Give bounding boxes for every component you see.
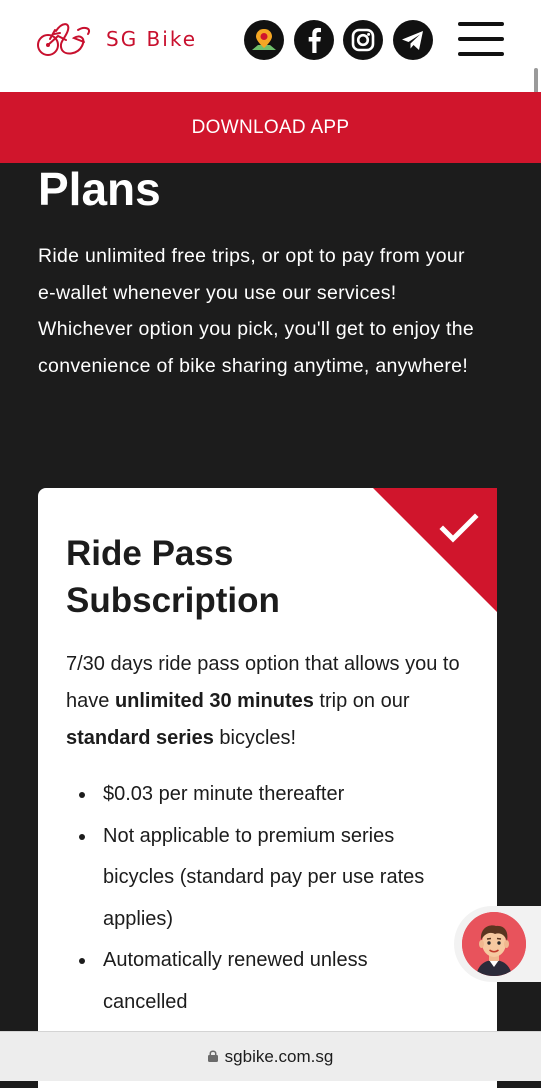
hamburger-menu-icon[interactable] — [458, 22, 504, 58]
lock-icon — [207, 1050, 218, 1062]
sg-bike-logo[interactable]: SG Bike — [36, 16, 197, 62]
browser-address-bar[interactable]: sgbike.com.sg — [0, 1031, 541, 1081]
brand-name: SG Bike — [106, 27, 198, 51]
card-title: Ride Pass Subscription — [66, 534, 280, 620]
map-pin-icon[interactable] — [244, 20, 284, 60]
instagram-icon[interactable] — [343, 20, 383, 60]
ride-pass-card[interactable]: Ride Pass Subscription 7/30 days ride pa… — [38, 488, 497, 1088]
selected-corner-badge — [373, 488, 497, 612]
list-item: $0.03 per minute thereafter — [66, 774, 446, 816]
url-text: sgbike.com.sg — [224, 1046, 334, 1066]
facebook-icon[interactable] — [294, 20, 334, 60]
list-item: Not applicable to premium series bicycle… — [66, 816, 446, 941]
support-avatar-icon — [462, 912, 526, 976]
chat-support-button[interactable] — [454, 906, 541, 982]
plans-description: Ride unlimited free trips, or opt to pay… — [38, 245, 475, 377]
checkmark-icon — [439, 513, 479, 543]
download-app-button[interactable]: DOWNLOAD APP — [0, 92, 541, 163]
telegram-icon[interactable] — [393, 20, 433, 60]
page-title: Plans — [38, 163, 161, 215]
list-item: Automatically renewed unless cancelled — [66, 940, 446, 1023]
feature-list: $0.03 per minute thereafter Not applicab… — [66, 774, 446, 1023]
site-header: SG Bike — [0, 0, 541, 92]
card-description: 7/30 days ride pass option that allows y… — [66, 653, 460, 749]
bike-logo-icon — [37, 23, 90, 56]
